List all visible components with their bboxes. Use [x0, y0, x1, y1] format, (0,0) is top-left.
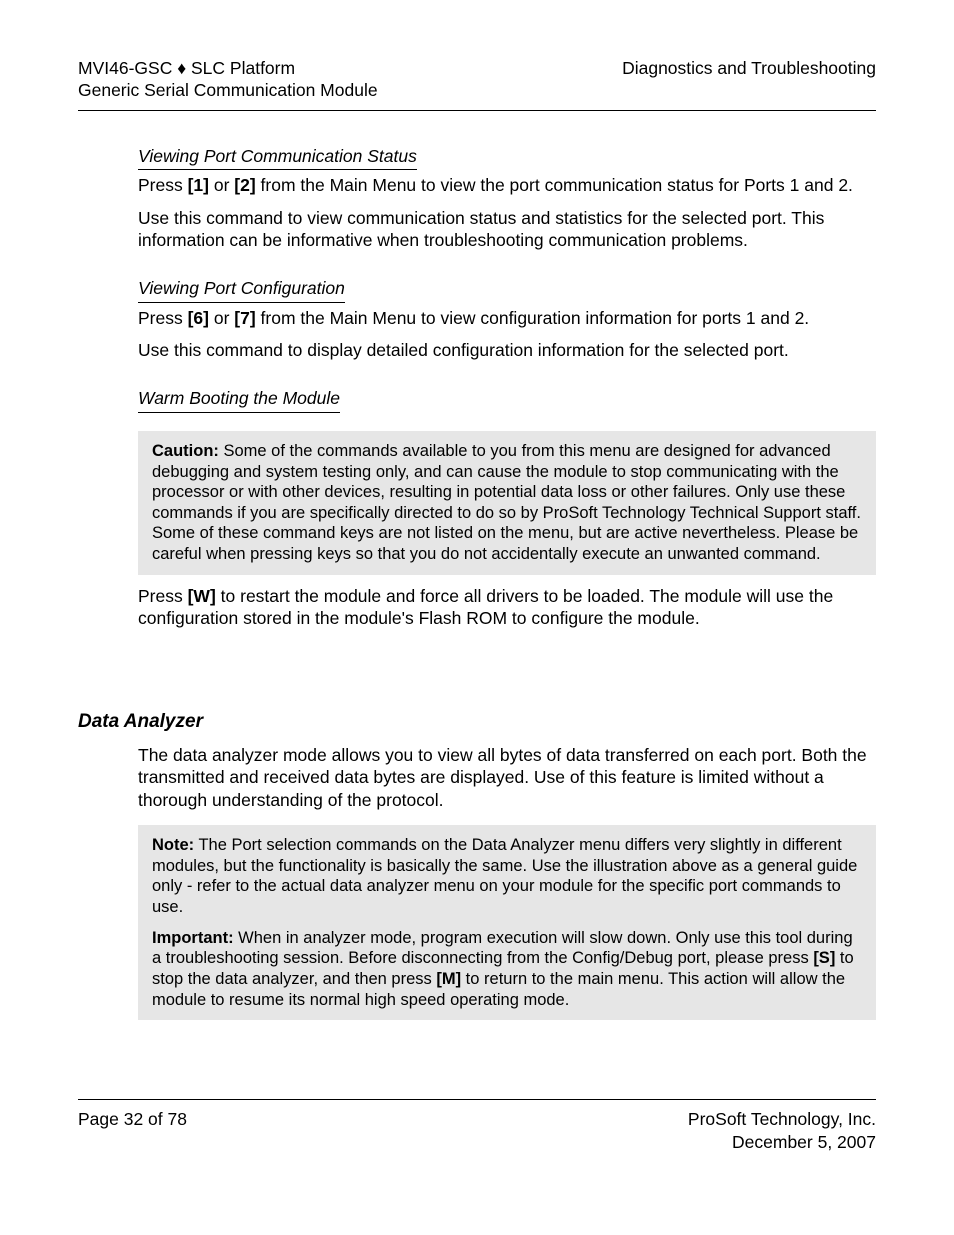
page-header: MVI46-GSC ♦ SLC Platform Generic Serial …	[78, 58, 876, 111]
section-title-comm-status: Viewing Port Communication Status	[138, 145, 417, 170]
section-title-port-config: Viewing Port Configuration	[138, 277, 345, 302]
key-w: [W]	[188, 586, 216, 606]
caution-label: Caution:	[152, 442, 219, 460]
header-platform: SLC Platform	[186, 58, 295, 78]
comm-status-p1: Press [1] or [2] from the Main Menu to v…	[138, 174, 876, 196]
key-1: [1]	[188, 175, 209, 195]
important-label: Important:	[152, 929, 234, 947]
footer-page-number: Page 32 of 78	[78, 1108, 187, 1153]
footer-company: ProSoft Technology, Inc.	[688, 1108, 876, 1130]
port-config-p1: Press [6] or [7] from the Main Menu to v…	[138, 307, 876, 329]
key-6: [6]	[188, 308, 209, 328]
analyzer-p1: The data analyzer mode allows you to vie…	[138, 744, 876, 811]
header-right: Diagnostics and Troubleshooting	[622, 58, 876, 102]
section-warm-boot: Warm Booting the Module Caution: Some of…	[138, 387, 876, 629]
header-module: Generic Serial Communication Module	[78, 80, 378, 102]
header-left: MVI46-GSC ♦ SLC Platform Generic Serial …	[78, 58, 378, 102]
caution-box: Caution: Some of the commands available …	[138, 431, 876, 575]
key-2: [2]	[234, 175, 255, 195]
port-config-p2: Use this command to display detailed con…	[138, 339, 876, 361]
caution-text: Caution: Some of the commands available …	[152, 441, 862, 565]
header-section: Diagnostics and Troubleshooting	[622, 58, 876, 80]
note-label: Note:	[152, 836, 194, 854]
key-7: [7]	[234, 308, 255, 328]
footer-right: ProSoft Technology, Inc. December 5, 200…	[688, 1108, 876, 1153]
warm-boot-p1: Press [W] to restart the module and forc…	[138, 585, 876, 630]
subsection-data-analyzer	[78, 665, 876, 689]
subsection-title-data-analyzer: Data Analyzer	[78, 710, 876, 734]
footer-date: December 5, 2007	[688, 1131, 876, 1153]
key-s: [S]	[813, 949, 835, 967]
page-body: Viewing Port Communication Status Press …	[138, 145, 876, 1020]
key-m: [M]	[436, 970, 461, 988]
section-comm-status: Viewing Port Communication Status Press …	[138, 145, 876, 252]
section-title-warm-boot: Warm Booting the Module	[138, 387, 340, 412]
analyzer-note: Note: The Port selection commands on the…	[152, 835, 862, 918]
analyzer-important: Important: When in analyzer mode, progra…	[152, 928, 862, 1011]
header-product: MVI46-GSC ♦ SLC Platform	[78, 58, 378, 80]
page-footer: Page 32 of 78 ProSoft Technology, Inc. D…	[78, 1099, 876, 1153]
section-port-config: Viewing Port Configuration Press [6] or …	[138, 277, 876, 361]
comm-status-p2: Use this command to view communication s…	[138, 207, 876, 252]
analyzer-note-box: Note: The Port selection commands on the…	[138, 825, 876, 1020]
header-model: MVI46-GSC	[78, 58, 177, 78]
